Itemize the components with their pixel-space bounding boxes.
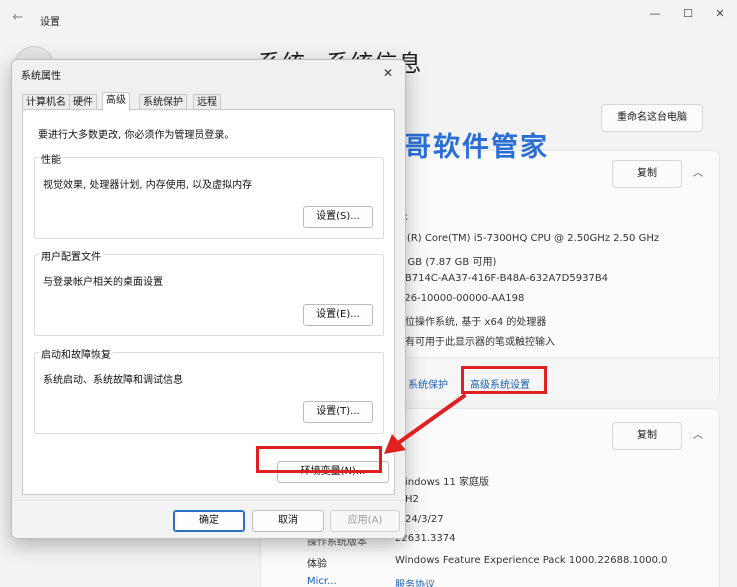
spec-ram: 0 GB (7.87 GB 可用) [398, 257, 497, 268]
spec-edition: indows 11 家庭版 [405, 477, 490, 488]
tab-advanced[interactable]: 高级 [102, 92, 130, 111]
cancel-button[interactable]: 取消 [252, 510, 324, 532]
tab-system-protection[interactable]: 系统保护 [139, 94, 187, 110]
tab-hardware[interactable]: 硬件 [69, 94, 97, 110]
msa-link-value[interactable]: 服务协议 [395, 576, 435, 587]
back-arrow-icon[interactable]: ← [10, 10, 26, 26]
chevron-up-icon[interactable]: ︿ [690, 166, 706, 182]
spec-experience-value: Windows Feature Experience Pack 1000.226… [395, 555, 668, 566]
spec-version: H2 [405, 494, 419, 505]
spec-device-id: BB714C-AA37-416F-B48A-632A7D5937B4 [398, 273, 609, 284]
copy-device-spec-button[interactable]: 复制 [612, 160, 682, 188]
startup-recovery-settings-button[interactable]: 设置(T)... [303, 401, 373, 423]
performance-settings-button[interactable]: 设置(S)... [303, 206, 373, 228]
spec-install-date: 24/3/27 [405, 514, 444, 525]
apply-button[interactable]: 应用(A) [330, 510, 400, 532]
dialog-footer: 确定 取消 应用(A) [12, 500, 405, 538]
spec-experience-label: 体验 [307, 559, 327, 570]
advanced-tab-panel: 要进行大多数更改, 你必须作为管理员登录。 性能 视觉效果, 处理器计划, 内存… [22, 109, 395, 495]
rename-pc-button[interactable]: 重命名这台电脑 [601, 104, 703, 132]
spec-pen-touch: 有可用于此显示器的笔或触控输入 [405, 337, 555, 348]
group-description: 系统启动、系统故障和调试信息 [43, 375, 183, 386]
group-title: 性能 [39, 151, 63, 166]
app-title: 设置 [40, 17, 60, 28]
close-icon[interactable]: ✕ [379, 64, 397, 82]
dialog-title: 系统属性 [21, 71, 61, 82]
tab-computer-name[interactable]: 计算机名 [22, 94, 70, 110]
chevron-up-icon[interactable]: ︿ [690, 428, 706, 444]
close-icon[interactable]: ✕ [708, 6, 732, 22]
group-title: 用户配置文件 [39, 248, 103, 263]
maximize-icon[interactable]: ☐ [676, 6, 700, 22]
spec-product-id: 326-10000-00000-AA198 [398, 293, 525, 304]
group-title: 启动和故障恢复 [39, 346, 113, 361]
highlight-environment-variables [256, 446, 382, 473]
performance-group: 性能 视觉效果, 处理器计划, 内存使用, 以及虚拟内存 设置(S)... [34, 151, 384, 239]
settings-titlebar: ← 设置 — ☐ ✕ [0, 0, 737, 36]
copy-windows-spec-button[interactable]: 复制 [612, 422, 682, 450]
ok-button[interactable]: 确定 [173, 510, 245, 532]
group-description: 视觉效果, 处理器计划, 内存使用, 以及虚拟内存 [43, 180, 253, 191]
tab-remote[interactable]: 远程 [193, 94, 221, 110]
minimize-icon[interactable]: — [643, 6, 667, 22]
spec-system-type: 位操作系统, 基于 x64 的处理器 [405, 317, 547, 328]
startup-recovery-group: 启动和故障恢复 系统启动、系统故障和调试信息 设置(T)... [34, 346, 384, 434]
system-protection-link[interactable]: 系统保护 [408, 376, 448, 391]
group-description: 与登录帐户相关的桌面设置 [43, 277, 163, 288]
user-profiles-settings-button[interactable]: 设置(E)... [303, 304, 373, 326]
msa-link-label[interactable]: Micr... [307, 576, 337, 587]
admin-note: 要进行大多数更改, 你必须作为管理员登录。 [38, 130, 235, 141]
user-profiles-group: 用户配置文件 与登录帐户相关的桌面设置 设置(E)... [34, 248, 384, 336]
highlight-advanced-settings [461, 366, 547, 394]
red-arrow-icon [384, 394, 466, 454]
spec-processor: el(R) Core(TM) i5-7300HQ CPU @ 2.50GHz 2… [398, 233, 660, 244]
